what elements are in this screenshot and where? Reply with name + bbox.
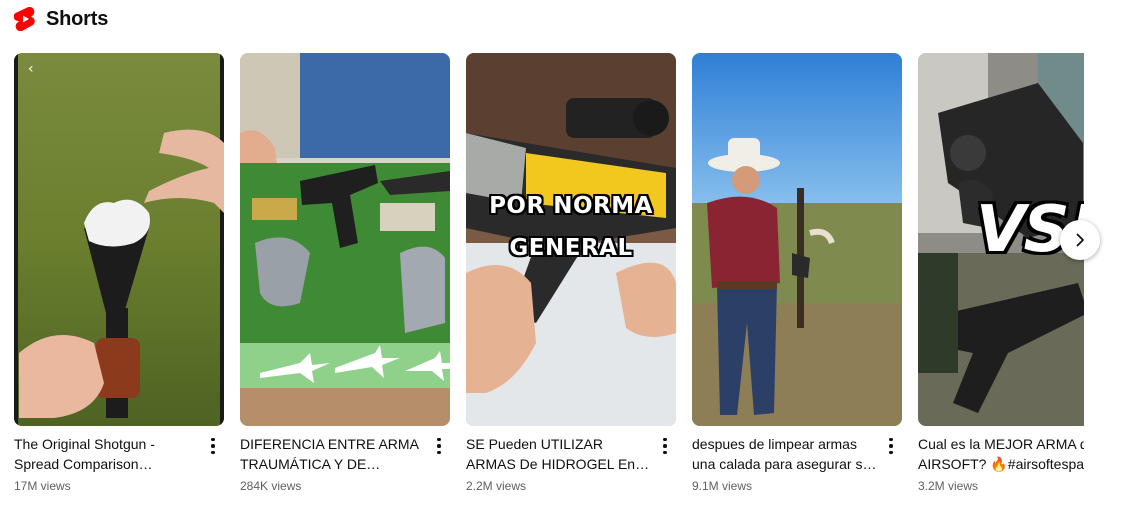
short-thumbnail-image: ‹	[14, 53, 224, 426]
short-thumbnail[interactable]	[692, 53, 902, 426]
short-title[interactable]: despues de limpear armas una calada para…	[692, 434, 878, 474]
short-card[interactable]: DIFERENCIA ENTRE ARMA TRAUMÁTICA Y DE FO…	[240, 53, 450, 493]
short-thumbnail[interactable]	[240, 53, 450, 426]
next-shorts-button[interactable]	[1060, 220, 1100, 260]
short-card[interactable]: despues de limpear armas una calada para…	[692, 53, 902, 493]
more-actions-button[interactable]	[430, 435, 448, 457]
shorts-shelf: ‹ The Original Shotgun - Spread Comparis…	[14, 53, 1084, 503]
short-views: 2.2M views	[466, 479, 527, 493]
overlay-caption-line2: GENERAL	[509, 235, 633, 261]
chevron-right-icon	[1076, 233, 1084, 247]
short-title[interactable]: The Original Shotgun - Spread Comparison…	[14, 434, 200, 474]
overlay-caption-line1: POR NORMA	[489, 193, 653, 219]
short-title[interactable]: DIFERENCIA ENTRE ARMA TRAUMÁTICA Y DE FO…	[240, 434, 426, 474]
svg-text:‹: ‹	[28, 61, 34, 77]
short-thumbnail-image	[240, 53, 450, 426]
short-card[interactable]: POR NORMA GENERAL SE Pueden UTILIZAR ARM…	[466, 53, 676, 493]
short-views: 3.2M views	[918, 479, 979, 493]
short-title[interactable]: Cual es la MEJOR ARMA d AIRSOFT? 🔥#airso…	[918, 434, 1084, 474]
more-actions-button[interactable]	[882, 435, 900, 457]
short-views: 284K views	[240, 479, 302, 493]
more-actions-button[interactable]	[656, 435, 674, 457]
shelf-header: Shorts	[14, 6, 108, 32]
short-views: 17M views	[14, 479, 71, 493]
section-title: Shorts	[46, 7, 109, 30]
more-actions-button[interactable]	[204, 435, 222, 457]
short-card[interactable]: ‹ The Original Shotgun - Spread Comparis…	[14, 53, 224, 493]
short-title[interactable]: SE Pueden UTILIZAR ARMAS De HIDROGEL En …	[466, 434, 652, 474]
short-thumbnail-image	[692, 53, 902, 426]
short-views: 9.1M views	[692, 479, 753, 493]
short-thumbnail[interactable]: POR NORMA GENERAL	[466, 53, 676, 426]
short-thumbnail[interactable]: ‹	[14, 53, 224, 426]
youtube-shorts-icon	[14, 7, 35, 31]
